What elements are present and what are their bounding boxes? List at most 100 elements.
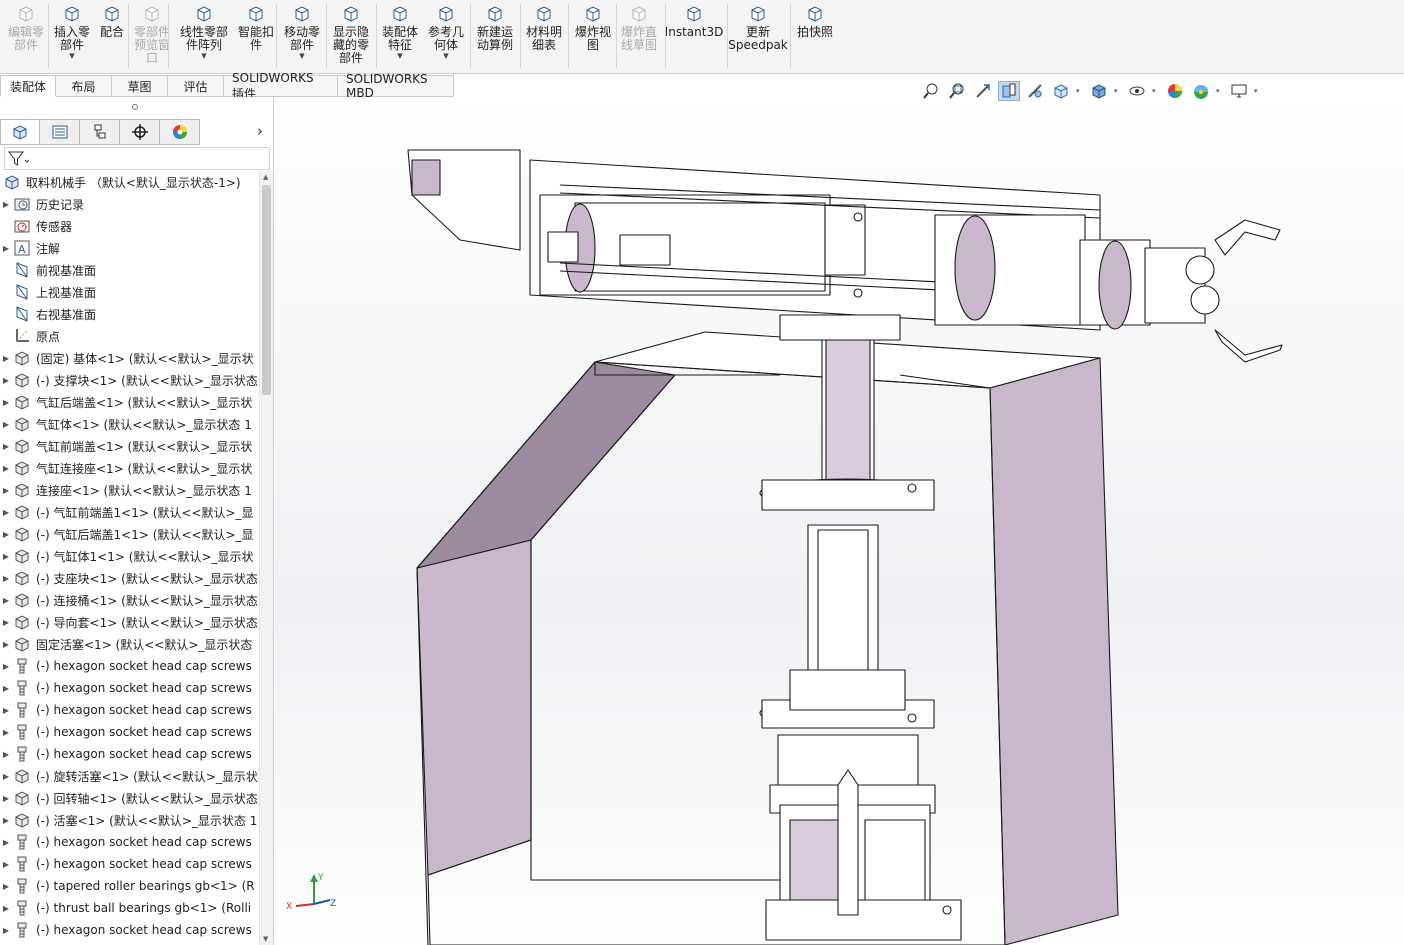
tree-item[interactable]: ▶ 气缸前端盖<1> (默认<<默认>_显示状 [0, 435, 258, 457]
zoom-to-area-icon[interactable] [946, 81, 968, 101]
zoom-to-fit-icon[interactable] [920, 81, 942, 101]
dimxpert-manager-tab[interactable] [120, 119, 160, 145]
apply-scene-icon[interactable] [1190, 81, 1212, 101]
hide-show-dropdown-icon[interactable]: ▾ [1152, 87, 1160, 95]
tree-filter-bar[interactable] [4, 147, 270, 170]
tree-item[interactable]: ▶ (-) hexagon socket head cap screws [0, 743, 258, 765]
expand-arrow-icon[interactable]: ▶ [0, 684, 12, 693]
tree-item[interactable]: ▶ (-) 导向套<1> (默认<<默认>_显示状态 [0, 611, 258, 633]
dynamic-annotation-view-icon[interactable] [1024, 81, 1046, 101]
expand-arrow-icon[interactable]: ▶ [0, 442, 12, 451]
expand-arrow-icon[interactable]: ▶ [0, 596, 12, 605]
expand-arrow-icon[interactable]: ▶ [0, 530, 12, 539]
tree-item[interactable]: ▶ (-) 气缸后端盖1<1> (默认<<默认>_显 [0, 523, 258, 545]
tree-item[interactable]: ▶ (固定) 基体<1> (默认<<默认>_显示状 [0, 347, 258, 369]
tree-item[interactable]: ▶ (-) hexagon socket head cap screws [0, 655, 258, 677]
insert-components-button[interactable]: 插入零 部件 ▼ [50, 4, 94, 70]
tab-sketch[interactable]: 草图 [112, 75, 168, 97]
tab-solidworks-mbd[interactable]: SOLIDWORKS MBD [338, 72, 454, 100]
expand-arrow-icon[interactable]: ▶ [0, 420, 12, 429]
move-component-button[interactable]: 移动零 部件 ▼ [278, 4, 326, 70]
tree-item[interactable]: ▶ (-) hexagon socket head cap screws [0, 919, 258, 941]
show-hidden-components-button[interactable]: 显示隐 藏的零 部件 [327, 4, 375, 70]
update-speedpak-button[interactable]: 更新 Speedpak [727, 4, 789, 70]
previous-view-icon[interactable] [972, 81, 994, 101]
dropdown-arrow-icon[interactable]: ▼ [69, 52, 74, 61]
explode-line-sketch-button[interactable]: 爆炸直 线草图 [615, 4, 663, 70]
hide-show-items-icon[interactable] [1126, 81, 1148, 101]
expand-arrow-icon[interactable]: ▶ [0, 574, 12, 583]
tree-item[interactable]: ▶ (-) 支座块<1> (默认<<默认>_显示状态 [0, 567, 258, 589]
scroll-up-icon[interactable]: ▲ [263, 173, 268, 181]
tree-item[interactable]: ▶ (-) hexagon socket head cap screws [0, 699, 258, 721]
view-orientation-dropdown-icon[interactable]: ▾ [1076, 87, 1084, 95]
tree-item[interactable]: ▶ (-) 气缸体1<1> (默认<<默认>_显示状 [0, 545, 258, 567]
expand-arrow-icon[interactable]: ▶ [0, 244, 12, 253]
tree-item[interactable]: ▶ A 注解 [0, 237, 258, 259]
expand-arrow-icon[interactable]: ▶ [0, 926, 12, 935]
display-style-dropdown-icon[interactable]: ▾ [1114, 87, 1122, 95]
reference-geometry-button[interactable]: 参考几 何体 ▼ [424, 4, 468, 70]
tree-item[interactable]: ▶ 历史记录 [0, 193, 258, 215]
assembly-features-button[interactable]: 装配体 特征 ▼ [378, 4, 422, 70]
view-settings-icon[interactable] [1228, 81, 1250, 101]
bill-of-materials-button[interactable]: 材料明 细表 [522, 4, 566, 70]
expand-arrow-icon[interactable]: ▶ [0, 772, 12, 781]
expand-arrow-icon[interactable]: ▶ [0, 508, 12, 517]
expand-arrow-icon[interactable]: ▶ [0, 816, 12, 825]
property-manager-tab[interactable] [40, 119, 80, 145]
expand-arrow-icon[interactable]: ▶ [0, 794, 12, 803]
tree-item[interactable]: ▶ (-) tapered roller bearings gb<1> (R [0, 875, 258, 897]
tree-item[interactable]: ▶ 气缸后端盖<1> (默认<<默认>_显示状 [0, 391, 258, 413]
expand-arrow-icon[interactable]: ▶ [0, 904, 12, 913]
tree-item[interactable]: ▶ (-) 旋转活塞<1> (默认<<默认>_显示状 [0, 765, 258, 787]
tree-item[interactable]: ▶ 固定活塞<1> (默认<<默认>_显示状态 [0, 633, 258, 655]
expand-arrow-icon[interactable]: ▶ [0, 200, 12, 209]
tree-item[interactable]: 前视基准面 [0, 259, 258, 281]
tab-layout[interactable]: 布局 [56, 75, 112, 97]
edit-appearance-icon[interactable] [1164, 81, 1186, 101]
tab-solidworks-addins[interactable]: SOLIDWORKS 插件 [224, 71, 338, 101]
expand-arrow-icon[interactable]: ▶ [0, 376, 12, 385]
tree-item[interactable]: ▶ 气缸连接座<1> (默认<<默认>_显示状 [0, 457, 258, 479]
expand-arrow-icon[interactable]: ▶ [0, 706, 12, 715]
tree-item[interactable]: ▶ (-) hexagon socket head cap screws [0, 831, 258, 853]
dropdown-arrow-icon[interactable]: ▼ [201, 52, 206, 61]
tree-item[interactable]: ▶ (-) 回转轴<1> (默认<<默认>_显示状态 [0, 787, 258, 809]
view-settings-dropdown-icon[interactable]: ▾ [1254, 87, 1262, 95]
mate-button[interactable]: 配合 [94, 4, 130, 70]
expand-arrow-icon[interactable]: ▶ [0, 640, 12, 649]
dropdown-arrow-icon[interactable]: ▼ [443, 52, 448, 61]
tab-evaluate[interactable]: 评估 [168, 75, 224, 97]
tree-item[interactable]: ▶ (-) 连接桶<1> (默认<<默认>_显示状态 [0, 589, 258, 611]
graphics-area[interactable] [275, 97, 1404, 945]
tree-item[interactable]: 右视基准面 [0, 303, 258, 325]
edit-component-button[interactable]: 编辑零 部件 [3, 4, 49, 70]
expand-arrow-icon[interactable]: ▶ [0, 398, 12, 407]
expand-arrow-icon[interactable]: ▶ [0, 464, 12, 473]
expand-arrow-icon[interactable]: ▶ [0, 728, 12, 737]
tree-item[interactable]: ▶ (-) 支撑块<1> (默认<<默认>_显示状态 [0, 369, 258, 391]
filter-icon[interactable] [7, 150, 29, 168]
tree-item[interactable]: ▶ (-) thrust ball bearings gb<1> (Rolli [0, 897, 258, 919]
display-style-icon[interactable] [1088, 81, 1110, 101]
new-motion-study-button[interactable]: 新建运 动算例 [472, 4, 518, 70]
configuration-manager-tab[interactable] [80, 119, 120, 145]
tree-item[interactable]: ▶ (-) hexagon socket head cap screws [0, 677, 258, 699]
tree-item[interactable]: 原点 [0, 325, 258, 347]
tree-item[interactable]: ▶ 气缸体<1> (默认<<默认>_显示状态 1 [0, 413, 258, 435]
smart-fasteners-button[interactable]: 智能扣 件 [234, 4, 278, 70]
linear-component-pattern-button[interactable]: 线性零部 件阵列 ▼ [173, 4, 235, 70]
tree-item[interactable]: 上视基准面 [0, 281, 258, 303]
tree-item[interactable]: ▶ (-) 活塞<1> (默认<<默认>_显示状态 1 [0, 809, 258, 831]
apply-scene-dropdown-icon[interactable]: ▾ [1216, 87, 1224, 95]
expand-arrow-icon[interactable]: ▶ [0, 860, 12, 869]
tree-item[interactable]: 传感器 [0, 215, 258, 237]
expand-arrow-icon[interactable]: ▶ [0, 750, 12, 759]
expand-arrow-icon[interactable]: ▶ [0, 618, 12, 627]
tree-scrollbar[interactable]: ▲ ▼ [259, 171, 273, 945]
take-snapshot-button[interactable]: 拍快照 [793, 4, 837, 70]
tree-item[interactable]: ▶ (-) hexagon socket head cap screws [0, 721, 258, 743]
scroll-down-icon[interactable]: ▼ [263, 935, 268, 943]
expand-arrow-icon[interactable]: ▶ [0, 354, 12, 363]
